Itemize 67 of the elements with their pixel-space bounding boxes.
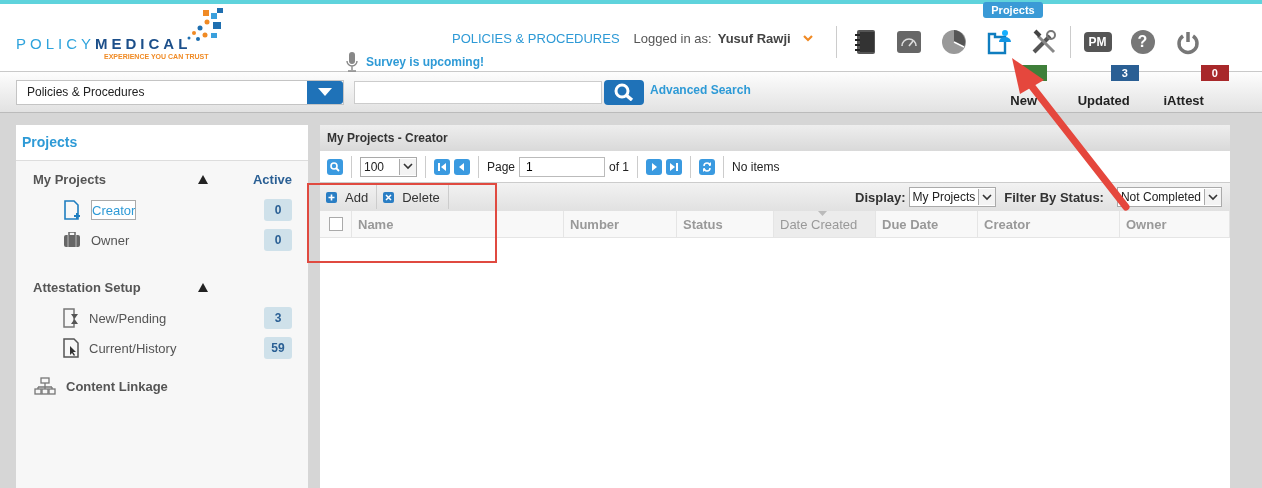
toolbar-button[interactable]: PM — [1075, 27, 1120, 57]
gauge-icon — [894, 28, 923, 56]
action-button[interactable]: Add — [320, 185, 378, 209]
previous-page-button[interactable] — [454, 158, 470, 175]
close-icon — [383, 191, 395, 203]
search-button[interactable] — [604, 79, 644, 105]
pager-status: No items — [732, 159, 780, 174]
last-page-icon — [669, 161, 680, 172]
page-count: of 1 — [609, 159, 630, 174]
cursor-document-icon — [63, 338, 79, 358]
refresh-icon — [702, 161, 713, 172]
network-icon — [34, 377, 56, 395]
counter-label[interactable]: New — [1010, 92, 1038, 108]
refresh-button[interactable] — [699, 158, 716, 175]
page-label: Page — [487, 159, 516, 174]
next-page-button[interactable] — [646, 158, 663, 175]
first-page-button[interactable] — [434, 158, 450, 175]
search-icon — [614, 83, 634, 101]
page-field[interactable]: 1 — [519, 156, 606, 177]
sidebar-link[interactable]: Content Linkage — [66, 378, 168, 394]
power-icon — [1174, 29, 1201, 55]
collapse-icon[interactable] — [198, 174, 208, 184]
item-count: 0 — [264, 229, 292, 251]
microphone-icon — [346, 52, 358, 72]
caret-icon — [1208, 193, 1218, 201]
section-title: Attestation Setup — [33, 279, 142, 295]
user-name[interactable]: Yusuf Rawji — [717, 30, 791, 46]
caret-icon — [982, 193, 993, 201]
search-button[interactable] — [327, 158, 343, 175]
toolbar-button[interactable]: ? — [1120, 27, 1165, 57]
counter-label[interactable]: iAttest — [1163, 92, 1204, 108]
select-all-checkbox[interactable] — [328, 217, 343, 231]
section-title: My Projects — [33, 171, 107, 187]
search-icon — [330, 161, 340, 172]
counter-label[interactable]: Updated — [1077, 92, 1130, 108]
sidebar-title: Projects — [16, 125, 308, 161]
item-count: 0 — [264, 199, 292, 221]
display-select[interactable]: My Projects — [908, 187, 997, 207]
chevron-icon[interactable] — [802, 34, 813, 42]
display-label: Display: — [855, 189, 906, 205]
pm-icon: PM — [1083, 32, 1112, 52]
first-page-icon — [437, 161, 447, 172]
hourglass-document-icon — [63, 308, 79, 328]
caret-icon — [403, 163, 413, 170]
action-button[interactable]: Delete — [377, 185, 449, 209]
page-size-select[interactable]: 100 — [360, 156, 417, 177]
sidebar-item[interactable]: Owner — [91, 232, 130, 248]
search-field[interactable] — [354, 80, 602, 104]
briefcase-icon — [63, 232, 81, 248]
column-header: Active — [252, 171, 292, 187]
plus-icon — [326, 191, 337, 203]
filter-label: Filter By Status: — [1004, 189, 1104, 205]
sidebar-item[interactable]: Current/History — [89, 340, 177, 356]
new-document-icon — [63, 200, 81, 220]
tooltip: Projects — [983, 2, 1043, 18]
scope-dropdown[interactable]: Policies & Procedures — [16, 79, 344, 105]
last-page-button[interactable] — [666, 158, 683, 175]
previous-icon — [457, 161, 467, 172]
panel-title: My Projects - Creator — [320, 125, 1230, 151]
sidebar-item[interactable]: New/Pending — [89, 310, 167, 326]
collapse-icon[interactable] — [198, 282, 208, 292]
login-label: Logged in as: — [633, 30, 712, 46]
help-icon: ? — [1130, 30, 1155, 54]
caret-icon — [317, 87, 333, 97]
item-count: 59 — [264, 337, 292, 359]
item-count: 3 — [264, 307, 292, 329]
pie-chart-icon — [939, 28, 968, 56]
